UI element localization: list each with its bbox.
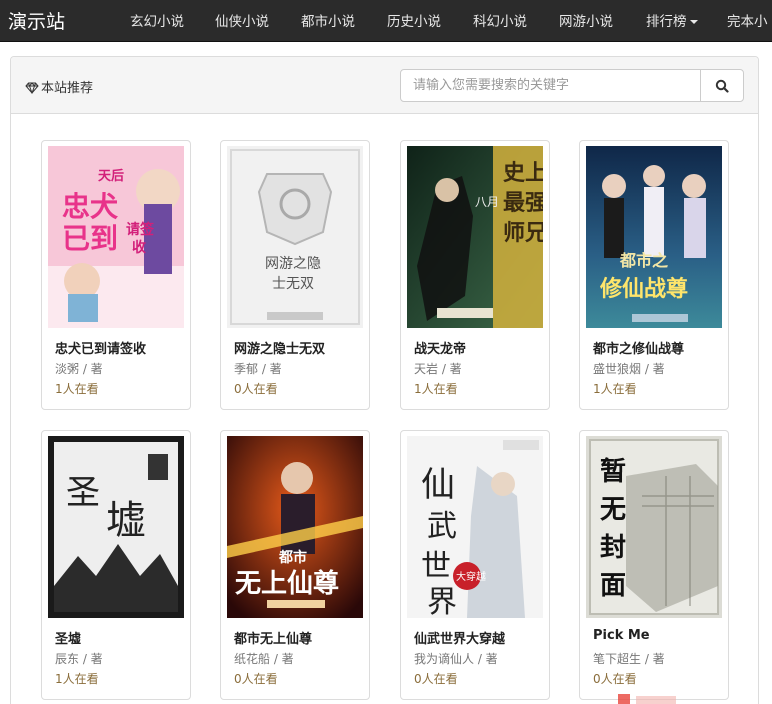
- cover-art-1: 忠犬 已到 请签 收 天后: [48, 146, 184, 328]
- nav-item-ranking[interactable]: 排行榜: [646, 10, 698, 30]
- nav-ranking-label: 排行榜: [646, 14, 687, 30]
- book-cover[interactable]: 都市之 修仙战尊: [586, 146, 722, 328]
- book-author[interactable]: 盛世狼烟 / 著: [593, 360, 665, 377]
- svg-text:士无双: 士无双: [272, 276, 314, 292]
- svg-text:都市之: 都市之: [619, 251, 668, 270]
- svg-text:界: 界: [427, 585, 457, 618]
- book-readers: 1人在看: [55, 672, 99, 686]
- recommend-panel: 本站推荐 忠犬 已到 请签 收 天后 忠犬已到请签收 淡粥 / 著: [10, 56, 759, 704]
- book-title[interactable]: Pick Me: [593, 628, 650, 643]
- book-cover[interactable]: 忠犬 已到 请签 收 天后: [48, 146, 184, 328]
- book-author[interactable]: 纸花船 / 著: [234, 650, 294, 667]
- search-box: [400, 69, 744, 102]
- book-card[interactable]: 仙 武 世 界 大穿越 仙武世界大穿越 我为谪仙人 / 著 0人在看: [400, 430, 550, 700]
- svg-text:面: 面: [600, 571, 626, 601]
- svg-text:网游之隐: 网游之隐: [265, 256, 321, 272]
- svg-text:暂: 暂: [600, 456, 626, 487]
- cover-art-8: 暂 无 封 面: [586, 436, 722, 618]
- svg-text:师兄: 师兄: [503, 220, 543, 246]
- svg-text:请签: 请签: [126, 221, 155, 238]
- book-card[interactable]: 都市 无上仙尊 都市无上仙尊 纸花船 / 著 0人在看: [220, 430, 370, 700]
- book-readers: 0人在看: [414, 672, 458, 686]
- top-navbar: 演示站 玄幻小说 仙侠小说 都市小说 历史小说 科幻小说 网游小说 排行榜 完本…: [0, 0, 772, 42]
- book-card[interactable]: 忠犬 已到 请签 收 天后 忠犬已到请签收 淡粥 / 著 1人在看: [41, 140, 191, 410]
- svg-text:无上仙尊: 无上仙尊: [235, 568, 339, 599]
- book-author[interactable]: 我为谪仙人 / 著: [414, 650, 498, 667]
- book-author[interactable]: 辰东 / 著: [55, 650, 103, 667]
- svg-text:最强: 最强: [503, 191, 543, 216]
- book-card[interactable]: 史上 最强 师兄 八月 战天龙帝 天岩 / 著 1人在看: [400, 140, 550, 410]
- book-readers: 0人在看: [234, 382, 278, 396]
- svg-text:武: 武: [427, 509, 457, 544]
- book-cover[interactable]: 圣 墟: [48, 436, 184, 618]
- svg-text:天后: 天后: [98, 168, 124, 184]
- panel-title: 本站推荐: [25, 77, 93, 96]
- nav-item-wanben[interactable]: 完本小: [727, 10, 768, 30]
- cover-art-6: 都市 无上仙尊: [227, 436, 363, 618]
- book-cover[interactable]: 都市 无上仙尊: [227, 436, 363, 618]
- book-card[interactable]: 暂 无 封 面 Pick Me 笔下超生 / 著 0人在看: [579, 430, 729, 700]
- book-author[interactable]: 天岩 / 著: [414, 360, 462, 377]
- nav-item-lishi[interactable]: 历史小说: [387, 10, 441, 30]
- book-card[interactable]: 都市之 修仙战尊 都市之修仙战尊 盛世狼烟 / 著 1人在看: [579, 140, 729, 410]
- search-button[interactable]: [700, 70, 743, 101]
- book-title[interactable]: 都市之修仙战尊: [593, 338, 684, 357]
- cover-art-7: 仙 武 世 界 大穿越: [407, 436, 543, 618]
- caret-down-icon: [689, 20, 698, 24]
- book-readers: 1人在看: [593, 382, 637, 396]
- nav-item-dushi[interactable]: 都市小说: [301, 10, 355, 30]
- svg-text:大穿越: 大穿越: [456, 570, 486, 583]
- svg-text:收: 收: [132, 239, 147, 256]
- cover-art-3: 史上 最强 师兄 八月: [407, 146, 543, 328]
- svg-text:世: 世: [421, 549, 451, 584]
- svg-text:封: 封: [600, 533, 626, 563]
- book-cover[interactable]: 史上 最强 师兄 八月: [407, 146, 543, 328]
- book-cover[interactable]: 仙 武 世 界 大穿越: [407, 436, 543, 618]
- svg-text:史上: 史上: [503, 161, 543, 186]
- search-icon: [715, 79, 729, 93]
- book-title[interactable]: 忠犬已到请签收: [55, 338, 146, 357]
- cover-art-2: 网游之隐 士无双: [227, 146, 363, 328]
- svg-text:墟: 墟: [106, 498, 146, 544]
- book-cover[interactable]: 暂 无 封 面: [586, 436, 722, 618]
- panel-title-text: 本站推荐: [41, 81, 94, 96]
- book-title[interactable]: 圣墟: [55, 628, 81, 647]
- nav-item-wangyou[interactable]: 网游小说: [559, 10, 613, 30]
- book-title[interactable]: 都市无上仙尊: [234, 628, 312, 647]
- cover-art-5: 圣 墟: [48, 436, 184, 618]
- book-title[interactable]: 战天龙帝: [414, 338, 466, 357]
- book-card[interactable]: 网游之隐 士无双 网游之隐士无双 季郁 / 著 0人在看: [220, 140, 370, 410]
- cover-art-4: 都市之 修仙战尊: [586, 146, 722, 328]
- book-readers: 0人在看: [234, 672, 278, 686]
- search-input[interactable]: [401, 70, 701, 101]
- svg-text:修仙战尊: 修仙战尊: [599, 276, 688, 302]
- svg-text:无: 无: [600, 495, 626, 525]
- book-card[interactable]: 圣 墟 圣墟 辰东 / 著 1人在看: [41, 430, 191, 700]
- book-author[interactable]: 季郁 / 著: [234, 360, 282, 377]
- nav-item-xianxia[interactable]: 仙侠小说: [215, 10, 269, 30]
- svg-text:圣: 圣: [66, 473, 100, 513]
- book-author[interactable]: 笔下超生 / 著: [593, 650, 665, 667]
- svg-text:都市: 都市: [278, 549, 307, 566]
- svg-text:已到: 已到: [62, 222, 118, 255]
- svg-text:忠犬: 忠犬: [62, 190, 118, 223]
- svg-text:八月: 八月: [475, 195, 499, 209]
- nav-item-xuanhuan[interactable]: 玄幻小说: [130, 10, 184, 30]
- site-brand[interactable]: 演示站: [8, 7, 65, 34]
- diamond-icon: [25, 82, 39, 95]
- book-readers: 1人在看: [55, 382, 99, 396]
- book-title[interactable]: 网游之隐士无双: [234, 338, 325, 357]
- book-readers: 0人在看: [593, 672, 637, 686]
- book-cover[interactable]: 网游之隐 士无双: [227, 146, 363, 328]
- book-title[interactable]: 仙武世界大穿越: [414, 628, 505, 647]
- floating-badge-icon: [618, 694, 676, 704]
- panel-header: 本站推荐: [11, 57, 758, 114]
- book-readers: 1人在看: [414, 382, 458, 396]
- nav-item-kehuan[interactable]: 科幻小说: [473, 10, 527, 30]
- book-author[interactable]: 淡粥 / 著: [55, 360, 103, 377]
- svg-text:仙: 仙: [421, 465, 455, 505]
